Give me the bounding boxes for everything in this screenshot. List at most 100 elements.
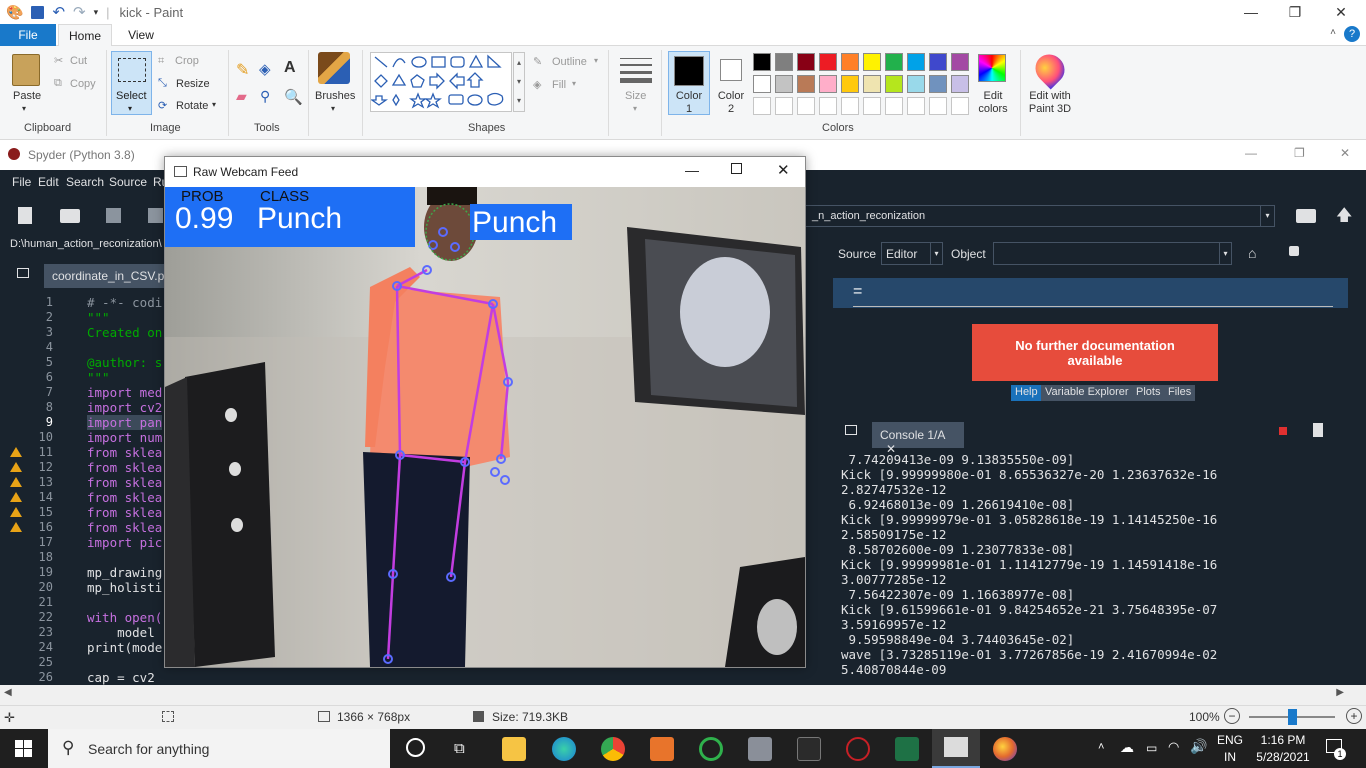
rotate-icon[interactable]: ⟳ bbox=[158, 99, 167, 112]
palette-custom-swatch[interactable] bbox=[819, 97, 837, 115]
show-hidden-icons[interactable]: ˄ bbox=[1098, 741, 1104, 753]
file-explorer-icon[interactable] bbox=[502, 737, 526, 761]
brushes-dropdown-icon[interactable]: ▾ bbox=[331, 104, 335, 113]
edit-colors-icon[interactable] bbox=[978, 54, 1006, 82]
outline-button[interactable]: Outline bbox=[552, 56, 587, 68]
tab-help[interactable]: Help bbox=[1011, 385, 1042, 401]
palette-color-swatch[interactable] bbox=[863, 53, 881, 71]
menu-source[interactable]: Source bbox=[109, 175, 147, 189]
crop-button[interactable]: Crop bbox=[175, 55, 199, 67]
object-input[interactable]: ▾ bbox=[993, 242, 1232, 265]
palette-color-swatch[interactable] bbox=[929, 75, 947, 93]
menu-edit[interactable]: Edit bbox=[38, 175, 59, 189]
maximize-button[interactable]: ❐ bbox=[1272, 0, 1318, 24]
fill-icon[interactable]: ◈ bbox=[533, 78, 541, 91]
minimize-button[interactable]: — bbox=[1228, 0, 1274, 24]
palette-color-swatch[interactable] bbox=[753, 53, 771, 71]
edit-colors-button[interactable]: Edit colors bbox=[972, 90, 1014, 116]
spyder-maximize-button[interactable]: ❐ bbox=[1294, 146, 1305, 160]
close-button[interactable]: ✕ bbox=[1318, 0, 1364, 24]
spyder-close-button[interactable]: ✕ bbox=[1340, 146, 1350, 160]
open-file-icon[interactable] bbox=[60, 209, 80, 223]
fill-dropdown-icon[interactable]: ▾ bbox=[572, 79, 576, 88]
shapes-gallery[interactable] bbox=[369, 52, 512, 112]
shapes-scroll[interactable]: ▴ ▾ ▾ bbox=[513, 52, 525, 112]
resize-icon[interactable]: ⤡ bbox=[158, 77, 167, 90]
warning-icon[interactable] bbox=[10, 522, 22, 532]
taskbar-search-box[interactable]: ⚲ Search for anything bbox=[48, 729, 390, 768]
brushes-button[interactable]: Brushes bbox=[315, 90, 355, 102]
terminal-icon[interactable] bbox=[797, 737, 821, 761]
new-file-icon[interactable] bbox=[18, 207, 32, 224]
code-editor[interactable]: 1 # -*- codi 2 """ 3 Created on 4 5 @author: s 6 "… bbox=[8, 295, 166, 685]
size-dropdown-icon[interactable]: ▾ bbox=[633, 104, 637, 113]
canvas-horizontal-scrollbar[interactable]: ◀ ▶ bbox=[0, 685, 1366, 705]
green-ring-app-icon[interactable] bbox=[699, 737, 723, 761]
palette-color-swatch[interactable] bbox=[819, 53, 837, 71]
warning-icon[interactable] bbox=[10, 462, 22, 472]
palette-custom-swatch[interactable] bbox=[753, 97, 771, 115]
xampp-icon[interactable] bbox=[650, 737, 674, 761]
save-all-icon[interactable] bbox=[148, 208, 163, 223]
webcam-close-button[interactable]: ✕ bbox=[777, 161, 790, 179]
task-view-icon[interactable]: ⧉ bbox=[454, 740, 465, 757]
webcam-minimize-button[interactable]: — bbox=[685, 162, 699, 178]
webcam-feed-taskbar-button[interactable] bbox=[932, 729, 980, 768]
resize-button[interactable]: Resize bbox=[176, 78, 210, 90]
menu-file[interactable]: File bbox=[12, 175, 31, 189]
lock-icon[interactable] bbox=[1289, 246, 1299, 256]
palette-color-swatch[interactable] bbox=[819, 75, 837, 93]
palette-color-swatch[interactable] bbox=[929, 53, 947, 71]
outline-dropdown-icon[interactable]: ▾ bbox=[594, 56, 598, 65]
cut-icon[interactable]: ✂ bbox=[54, 54, 63, 67]
collapse-ribbon-icon[interactable]: ˄ bbox=[1330, 27, 1336, 38]
warning-icon[interactable] bbox=[10, 507, 22, 517]
palette-custom-swatch[interactable] bbox=[885, 97, 903, 115]
clock-time[interactable]: 1:16 PM bbox=[1250, 733, 1316, 747]
volume-icon[interactable]: 🔊 bbox=[1190, 738, 1207, 755]
edge-icon[interactable] bbox=[552, 737, 576, 761]
warning-icon[interactable] bbox=[10, 492, 22, 502]
tab-home[interactable]: Home bbox=[58, 24, 112, 46]
cortana-icon[interactable] bbox=[406, 738, 425, 757]
browse-directory-icon[interactable] bbox=[1296, 209, 1316, 223]
palette-color-swatch[interactable] bbox=[885, 53, 903, 71]
region-indicator[interactable]: IN bbox=[1215, 750, 1245, 764]
webcam-maximize-button[interactable] bbox=[731, 163, 742, 174]
customize-quick-access-icon[interactable]: ▾ bbox=[94, 7, 99, 18]
cut-button[interactable]: Cut bbox=[70, 55, 87, 67]
palette-color-swatch[interactable] bbox=[885, 75, 903, 93]
tab-view[interactable]: View bbox=[116, 24, 166, 46]
tab-files[interactable]: Files bbox=[1164, 385, 1196, 401]
onedrive-icon[interactable]: ☁ bbox=[1120, 739, 1134, 756]
paint3d-icon[interactable] bbox=[1029, 48, 1071, 90]
eraser-icon[interactable]: ▰ bbox=[236, 88, 247, 105]
tab-file[interactable]: File bbox=[0, 24, 56, 46]
spyder-minimize-button[interactable]: — bbox=[1245, 146, 1257, 160]
console-scrollbar[interactable] bbox=[1338, 452, 1348, 685]
spyder-taskbar-icon[interactable] bbox=[846, 737, 870, 761]
tab-variable-explorer[interactable]: Variable Explorer bbox=[1041, 385, 1133, 401]
undo-icon[interactable]: ↶ bbox=[52, 3, 65, 21]
chrome-icon[interactable] bbox=[601, 737, 625, 761]
text-tool-icon[interactable]: A bbox=[284, 59, 296, 77]
edit-with-paint3d-button[interactable]: Edit with Paint 3D bbox=[1024, 90, 1076, 116]
palette-custom-swatch[interactable] bbox=[929, 97, 947, 115]
palette-color-swatch[interactable] bbox=[907, 53, 925, 71]
ipython-console[interactable]: 7.74209413e-09 9.13835550e-09] Kick [9.99… bbox=[836, 452, 1336, 685]
tab-console[interactable]: Console 1/A ✕ bbox=[872, 422, 964, 456]
warning-icon[interactable] bbox=[10, 477, 22, 487]
size-button[interactable]: Size bbox=[625, 90, 646, 102]
palette-color-swatch[interactable] bbox=[841, 53, 859, 71]
palette-color-swatch[interactable] bbox=[797, 53, 815, 71]
browse-tabs-icon[interactable] bbox=[17, 268, 29, 278]
palette-color-swatch[interactable] bbox=[951, 75, 969, 93]
palette-custom-swatch[interactable] bbox=[797, 97, 815, 115]
working-directory-input[interactable]: _n_action_reconization ▾ bbox=[805, 205, 1275, 227]
palette-color-swatch[interactable] bbox=[841, 75, 859, 93]
zoom-slider-thumb[interactable] bbox=[1288, 709, 1297, 725]
wifi-icon[interactable]: ◠ bbox=[1168, 739, 1179, 755]
browse-consoles-icon[interactable] bbox=[845, 425, 857, 435]
warning-icon[interactable] bbox=[10, 447, 22, 457]
zoom-in-button[interactable]: + bbox=[1346, 708, 1362, 724]
